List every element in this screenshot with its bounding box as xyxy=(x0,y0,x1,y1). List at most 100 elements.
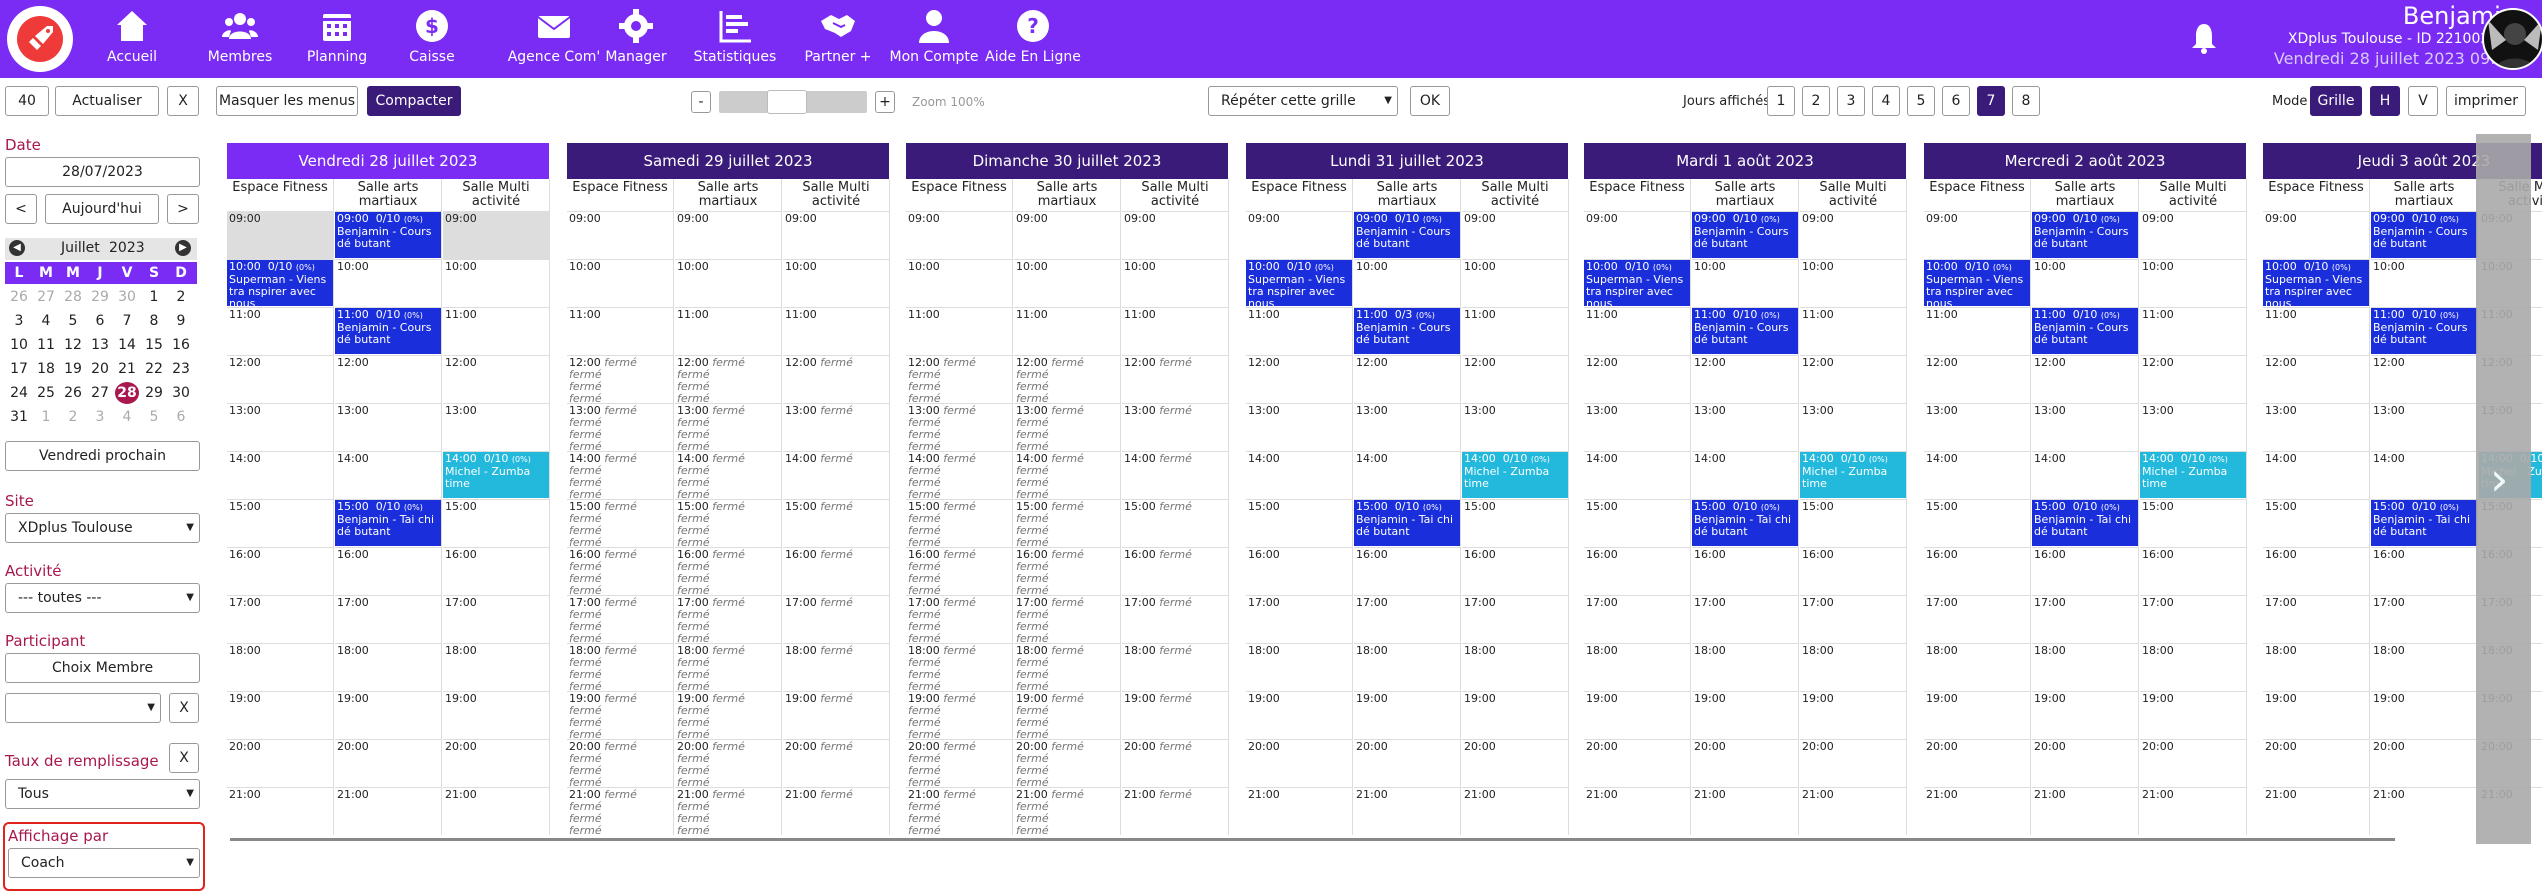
time-slot[interactable]: 12:00 fermé fermé fermé fermé xyxy=(567,355,674,403)
calendar-day[interactable]: 4 xyxy=(34,310,58,332)
time-slot[interactable]: 10:00 xyxy=(1692,259,1799,307)
time-slot[interactable]: 11:00 xyxy=(2263,307,2370,355)
fill-rate-clear-button[interactable]: X xyxy=(169,743,199,773)
time-slot[interactable]: 17:00 xyxy=(1246,595,1353,643)
time-slot[interactable]: 16:00 xyxy=(2032,547,2139,595)
time-slot[interactable]: 10:00 xyxy=(783,259,890,307)
time-slot[interactable]: 11:00 xyxy=(1014,307,1121,355)
time-slot[interactable]: 10:00 xyxy=(1800,259,1907,307)
calendar-day[interactable]: 3 xyxy=(88,406,112,428)
time-slot[interactable]: 19:00 xyxy=(1692,691,1799,739)
time-slot[interactable]: 13:00 xyxy=(1924,403,2031,451)
toolbar-close-button[interactable]: X xyxy=(167,86,199,116)
time-slot[interactable]: 15:00 xyxy=(1462,499,1569,547)
time-slot[interactable]: 20:00 fermé fermé fermé fermé xyxy=(906,739,1013,787)
time-slot[interactable]: 21:00 fermé xyxy=(783,787,890,835)
time-slot[interactable]: 19:00 xyxy=(1924,691,2031,739)
time-slot[interactable]: 17:00 fermé fermé fermé fermé xyxy=(567,595,674,643)
time-slot[interactable]: 17:00 fermé fermé fermé fermé xyxy=(1014,595,1121,643)
time-slot[interactable]: 21:00 xyxy=(1354,787,1461,835)
time-slot[interactable]: 18:00 xyxy=(335,643,442,691)
time-slot[interactable]: 17:00 fermé fermé fermé fermé xyxy=(675,595,782,643)
time-slot[interactable]: 20:00 xyxy=(2032,739,2139,787)
time-slot[interactable]: 14:00 xyxy=(1692,451,1799,499)
event-block[interactable]: 10:00 0/10 (0%) Superman - Viens tra nspi… xyxy=(227,260,333,306)
time-slot[interactable]: 21:00 fermé fermé fermé fermé xyxy=(675,787,782,835)
time-slot[interactable]: 21:00 xyxy=(1584,787,1691,835)
time-slot[interactable]: 12:00 xyxy=(227,355,334,403)
display-by-select[interactable]: Coach ▼ xyxy=(8,848,200,878)
time-slot[interactable]: 15:00 xyxy=(1924,499,2031,547)
time-slot[interactable]: 15:00 fermé fermé fermé fermé xyxy=(567,499,674,547)
calendar-day[interactable]: 15 xyxy=(142,334,166,356)
time-slot[interactable]: 15:00 xyxy=(227,499,334,547)
calendar-day[interactable]: 30 xyxy=(169,382,193,404)
calendar-day[interactable]: 6 xyxy=(169,406,193,428)
time-slot[interactable]: 10:00 xyxy=(1014,259,1121,307)
bell-icon[interactable] xyxy=(2190,22,2218,54)
time-slot[interactable]: 19:00 xyxy=(1246,691,1353,739)
time-slot[interactable]: 15:00 fermé fermé fermé fermé xyxy=(675,499,782,547)
time-slot[interactable]: 11:00 xyxy=(1584,307,1691,355)
calendar-day[interactable]: 12 xyxy=(61,334,85,356)
time-slot[interactable]: 09:00 xyxy=(2140,211,2247,259)
day-header[interactable]: Dimanche 30 juillet 2023 xyxy=(906,143,1228,179)
time-slot[interactable]: 15:00 xyxy=(1584,499,1691,547)
time-slot[interactable]: 16:00 fermé xyxy=(783,547,890,595)
time-slot[interactable]: 18:00 xyxy=(1246,643,1353,691)
time-slot[interactable]: 13:00 fermé xyxy=(1122,403,1229,451)
time-slot[interactable]: 13:00 xyxy=(1800,403,1907,451)
repeat-grid-select[interactable]: Répéter cette grille ▼ xyxy=(1208,86,1398,116)
time-slot[interactable]: 18:00 xyxy=(1924,643,2031,691)
time-slot[interactable]: 14:00 fermé fermé fermé fermé xyxy=(567,451,674,499)
calendar-day[interactable]: 30 xyxy=(115,286,139,308)
time-slot[interactable]: 11:00 xyxy=(2140,307,2247,355)
nav-members[interactable]: Membres xyxy=(205,3,275,75)
event-block[interactable]: 14:00 0/10 (0%)Michel - Zumba time xyxy=(2140,452,2246,498)
day-header[interactable]: Vendredi 28 juillet 2023 xyxy=(227,143,549,179)
time-slot[interactable]: 16:00 fermé fermé fermé fermé xyxy=(567,547,674,595)
avatar[interactable] xyxy=(2482,8,2542,70)
time-slot[interactable]: 20:00 xyxy=(1462,739,1569,787)
nav-gear[interactable]: Manager xyxy=(600,3,672,75)
time-slot[interactable]: 18:00 xyxy=(2032,643,2139,691)
calendar-day[interactable]: 2 xyxy=(61,406,85,428)
calendar-day[interactable]: 8 xyxy=(142,310,166,332)
time-slot[interactable]: 19:00 xyxy=(443,691,550,739)
time-slot[interactable]: 18:00 xyxy=(2371,643,2478,691)
next-day-button[interactable]: > xyxy=(167,194,199,224)
time-slot[interactable]: 21:00 fermé xyxy=(1122,787,1229,835)
time-slot[interactable]: 19:00 xyxy=(227,691,334,739)
time-slot[interactable]: 11:00 xyxy=(1800,307,1907,355)
time-slot[interactable]: 11:00 xyxy=(443,307,550,355)
event-block[interactable]: 10:00 0/10 (0%) Superman - Viens tra nspi… xyxy=(2263,260,2369,306)
calendar-day[interactable]: 3 xyxy=(7,310,31,332)
calendar-day[interactable]: 24 xyxy=(7,382,31,404)
mode-v-button[interactable]: V xyxy=(2408,86,2438,116)
time-slot[interactable]: 20:00 fermé xyxy=(1122,739,1229,787)
time-slot[interactable]: 13:00 xyxy=(1584,403,1691,451)
days-shown-button-4[interactable]: 4 xyxy=(1872,86,1900,116)
time-slot[interactable]: 13:00 fermé fermé fermé fermé xyxy=(906,403,1013,451)
time-slot[interactable]: 11:00 xyxy=(1246,307,1353,355)
ok-button[interactable]: OK xyxy=(1410,86,1450,116)
event-block[interactable]: 15:00 0/10 (0%) Benjamin - Tai chi dé but… xyxy=(2032,500,2138,546)
time-slot[interactable]: 19:00 xyxy=(2263,691,2370,739)
time-slot[interactable]: 18:00 fermé xyxy=(1122,643,1229,691)
mode-grid-button[interactable]: Grille xyxy=(2310,86,2362,116)
time-slot[interactable]: 20:00 xyxy=(1354,739,1461,787)
time-slot[interactable]: 09:00 xyxy=(1584,211,1691,259)
nav-help[interactable]: ? Aide En Ligne xyxy=(985,3,1081,75)
time-slot[interactable]: 13:00 xyxy=(1692,403,1799,451)
time-slot[interactable]: 16:00 xyxy=(227,547,334,595)
time-slot[interactable]: 21:00 fermé fermé fermé fermé xyxy=(567,787,674,835)
event-block[interactable]: 10:00 0/10 (0%) Superman - Viens tra nspi… xyxy=(1924,260,2030,306)
time-slot[interactable]: 13:00 xyxy=(443,403,550,451)
zoom-slider-handle[interactable] xyxy=(767,90,807,114)
mode-h-button[interactable]: H xyxy=(2370,86,2400,116)
time-slot[interactable]: 09:00 xyxy=(1462,211,1569,259)
time-slot[interactable]: 11:00 xyxy=(1924,307,2031,355)
time-slot[interactable]: 19:00 fermé xyxy=(783,691,890,739)
time-slot[interactable]: 14:00 xyxy=(227,451,334,499)
calendar-day[interactable]: 14 xyxy=(115,334,139,356)
